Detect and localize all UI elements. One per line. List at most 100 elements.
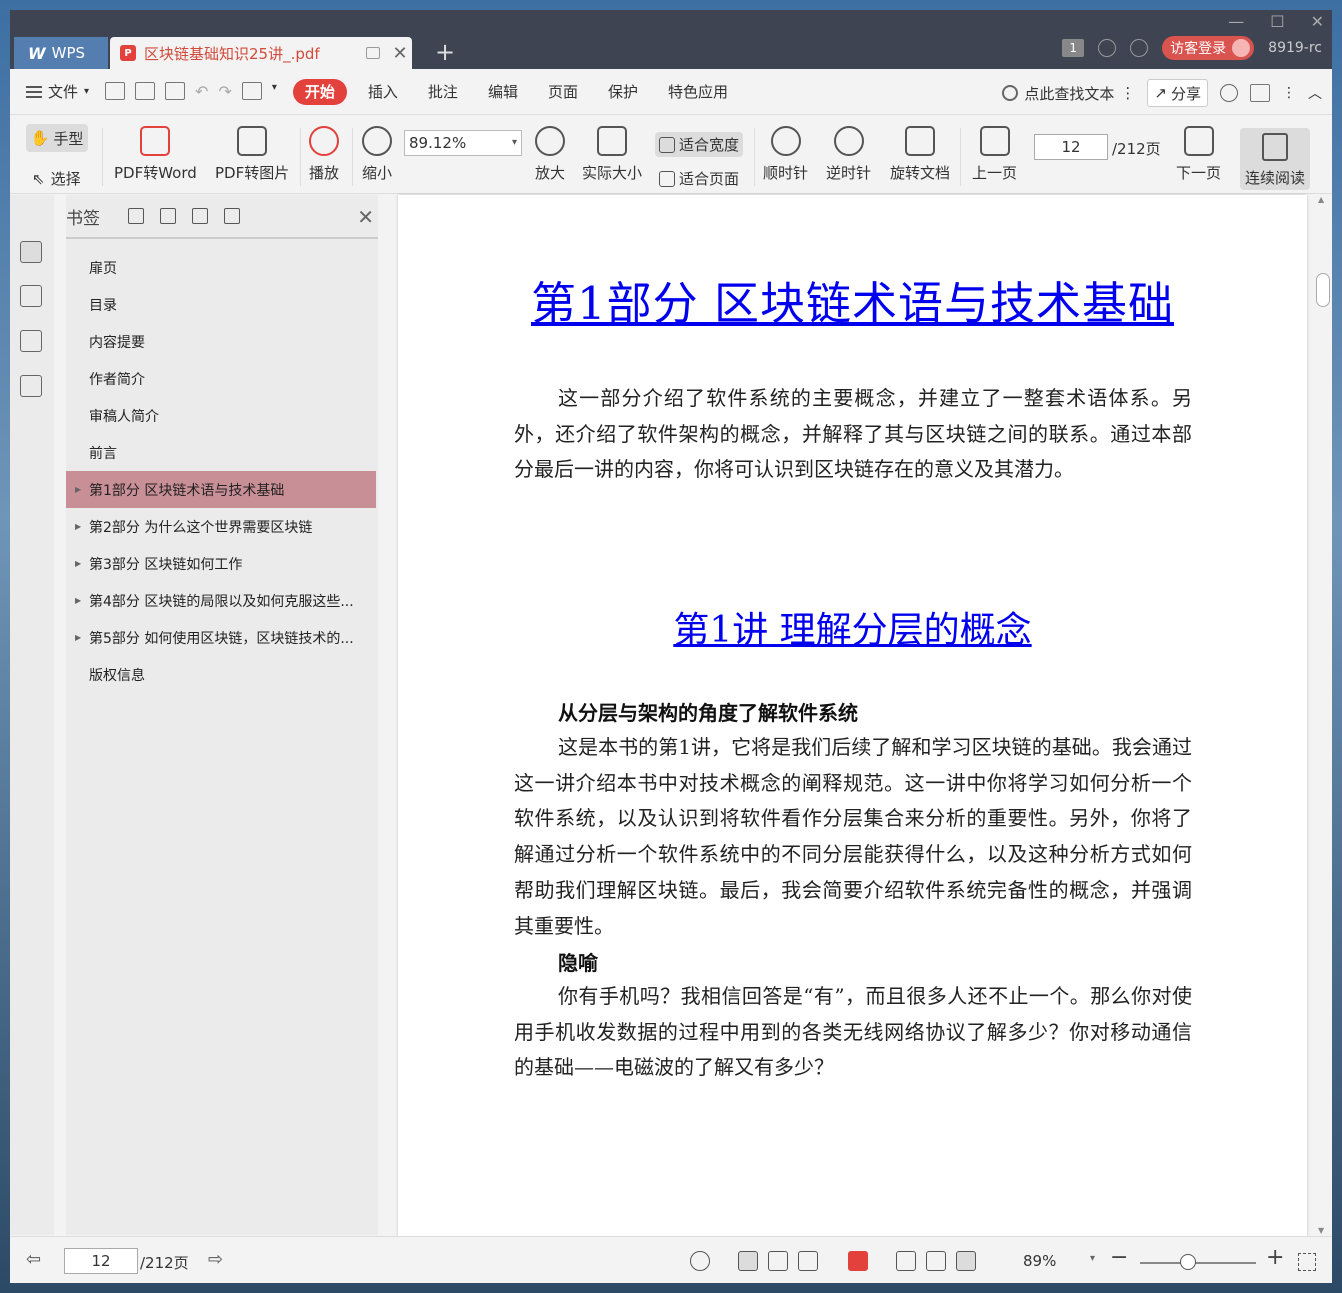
expand-arrow-icon[interactable]: ▶: [75, 485, 81, 494]
document-view[interactable]: 第1部分 区块链术语与技术基础 这一部分介绍了软件系统的主要概念，并建立了一整套…: [386, 195, 1332, 1236]
eye-protection-icon[interactable]: [690, 1251, 710, 1271]
expand-arrow-icon[interactable]: ▶: [75, 522, 81, 531]
bookmark-item[interactable]: ▶ 第3部分 区块链如何工作: [66, 545, 378, 582]
tab-page[interactable]: 页面: [533, 79, 593, 105]
close-tab-icon[interactable]: ✕: [388, 43, 412, 64]
annotation-icon[interactable]: [20, 330, 42, 352]
zoom-out-button[interactable]: 缩小: [362, 126, 392, 183]
tab-edit[interactable]: 编辑: [473, 79, 533, 105]
expand-all-icon[interactable]: [128, 208, 144, 224]
vertical-scrollbar[interactable]: ▲ ▼: [1314, 195, 1332, 1235]
bookmark-item[interactable]: 内容提要: [66, 323, 378, 360]
collapse-all-icon[interactable]: [160, 208, 176, 224]
bookmark-item[interactable]: 扉页: [66, 249, 378, 286]
tab-protect[interactable]: 保护: [593, 79, 653, 105]
hand-tool-button[interactable]: ✋ 手型: [26, 124, 88, 152]
continuous-view-icon[interactable]: [738, 1251, 758, 1271]
close-icon[interactable]: ✕: [357, 205, 374, 229]
wps-home-tab[interactable]: W WPS: [14, 37, 108, 69]
fit-page-icon[interactable]: [926, 1251, 946, 1271]
next-page-button[interactable]: 下一页: [1176, 126, 1221, 183]
bookmark-panel-icon[interactable]: [20, 241, 42, 263]
zoom-minus-icon[interactable]: −: [1110, 1245, 1128, 1270]
continuous-read-button[interactable]: 连续阅读: [1240, 128, 1310, 190]
tab-start[interactable]: 开始: [292, 78, 347, 105]
prev-page-button[interactable]: 上一页: [972, 126, 1017, 183]
fit-width-button[interactable]: 适合宽度: [655, 132, 744, 157]
expand-arrow-icon[interactable]: ▶: [75, 633, 81, 642]
bookmark-icon[interactable]: [224, 208, 240, 224]
status-page-input[interactable]: 12: [64, 1248, 138, 1274]
comment-icon[interactable]: [1250, 84, 1270, 102]
actual-size-button[interactable]: 实际大小: [582, 126, 642, 183]
bookmark-item[interactable]: ▶ 第2部分 为什么这个世界需要区块链: [66, 508, 378, 545]
tab-comment[interactable]: 批注: [413, 79, 473, 105]
expand-arrow-icon[interactable]: ▶: [75, 596, 81, 605]
file-menu[interactable]: 文件 ▾: [26, 81, 89, 102]
sync-icon[interactable]: [1098, 39, 1117, 57]
bookmark-item[interactable]: 作者简介: [66, 360, 378, 397]
tab-insert[interactable]: 插入: [353, 79, 413, 105]
pdf-to-word-button[interactable]: PDF转Word: [114, 126, 197, 183]
export-icon[interactable]: [241, 82, 262, 100]
rotate-document-button[interactable]: 旋转文档: [890, 126, 950, 183]
zoom-in-button[interactable]: 放大: [535, 126, 565, 183]
scroll-thumb[interactable]: [1316, 273, 1330, 307]
guest-login-button[interactable]: 访客登录: [1162, 36, 1255, 60]
zoom-plus-icon[interactable]: +: [1266, 1245, 1284, 1270]
zoom-select[interactable]: 89.12%: [404, 130, 522, 156]
redo-icon[interactable]: ↷: [218, 82, 231, 101]
more-vertical-icon[interactable]: ⋮: [1120, 84, 1135, 102]
rotate-clockwise-button[interactable]: 顺时针: [763, 126, 808, 183]
zoom-slider-knob[interactable]: [1180, 1254, 1196, 1270]
actual-size-icon[interactable]: [896, 1251, 916, 1271]
fit-width-icon[interactable]: [956, 1251, 976, 1271]
customize-icon[interactable]: ▾: [272, 82, 277, 101]
share-button[interactable]: ↗ 分享: [1147, 79, 1208, 107]
single-page-icon[interactable]: [768, 1251, 788, 1271]
maximize-icon[interactable]: ☐: [1270, 12, 1284, 31]
zoom-slider[interactable]: [1140, 1262, 1256, 1264]
new-tab-button[interactable]: +: [430, 38, 460, 66]
status-zoom-value[interactable]: 89%: [1023, 1252, 1056, 1270]
scroll-up-icon[interactable]: ▲: [1318, 195, 1324, 204]
rotate-counterclockwise-button[interactable]: 逆时针: [826, 126, 871, 183]
signature-icon[interactable]: [20, 375, 42, 397]
open-icon[interactable]: [105, 82, 126, 100]
double-page-icon[interactable]: [798, 1251, 818, 1271]
thumbnail-icon[interactable]: [20, 285, 42, 307]
bookmark-item[interactable]: 版权信息: [66, 656, 378, 693]
gear-icon[interactable]: [1220, 84, 1238, 102]
collapse-ribbon-icon[interactable]: ︿: [1308, 83, 1322, 103]
close-window-icon[interactable]: ✕: [1311, 12, 1324, 31]
bookmark-item[interactable]: ▶ 第5部分 如何使用区块链，区块链技术的...: [66, 619, 378, 656]
tab-counter[interactable]: 1: [1062, 39, 1085, 57]
skin-icon[interactable]: [1130, 39, 1149, 57]
bookmark-item[interactable]: ▶ 第4部分 区块链的局限以及如何克服这些...: [66, 582, 378, 619]
expand-arrow-icon[interactable]: ▶: [75, 559, 81, 568]
pin-tab-icon[interactable]: [366, 47, 380, 59]
save-icon[interactable]: [135, 82, 156, 100]
play-button[interactable]: 播放: [309, 126, 339, 183]
prev-page-icon[interactable]: ⇦: [26, 1249, 41, 1270]
part-title-link[interactable]: 第1部分 区块链术语与技术基础: [398, 267, 1307, 332]
find-text[interactable]: 点此查找文本 ⋮: [1002, 83, 1135, 104]
bookmark-item[interactable]: 前言: [66, 434, 378, 471]
bookmark-item[interactable]: ▶ 第1部分 区块链术语与技术基础: [66, 471, 376, 508]
add-bookmark-icon[interactable]: [192, 208, 208, 224]
pdf-to-image-button[interactable]: PDF转图片: [215, 126, 289, 183]
document-tab[interactable]: P 区块链基础知识25讲_.pdf ✕: [110, 37, 412, 69]
page-number-input[interactable]: 12: [1034, 134, 1108, 160]
tab-features[interactable]: 特色应用: [653, 79, 743, 105]
next-page-icon[interactable]: ⇨: [208, 1249, 223, 1270]
zoom-dropdown-icon[interactable]: ▾: [1090, 1253, 1095, 1264]
scroll-down-icon[interactable]: ▼: [1318, 1226, 1324, 1235]
bookmark-item[interactable]: 目录: [66, 286, 378, 323]
fit-page-button[interactable]: 适合页面: [659, 168, 739, 189]
print-icon[interactable]: [165, 82, 186, 100]
more-options-icon[interactable]: ⋮: [1282, 85, 1296, 101]
minimize-icon[interactable]: —: [1228, 12, 1244, 31]
fullscreen-icon[interactable]: [1298, 1253, 1316, 1271]
select-tool-button[interactable]: ⇖ 选择: [32, 168, 81, 189]
bookmark-item[interactable]: 审稿人简介: [66, 397, 378, 434]
